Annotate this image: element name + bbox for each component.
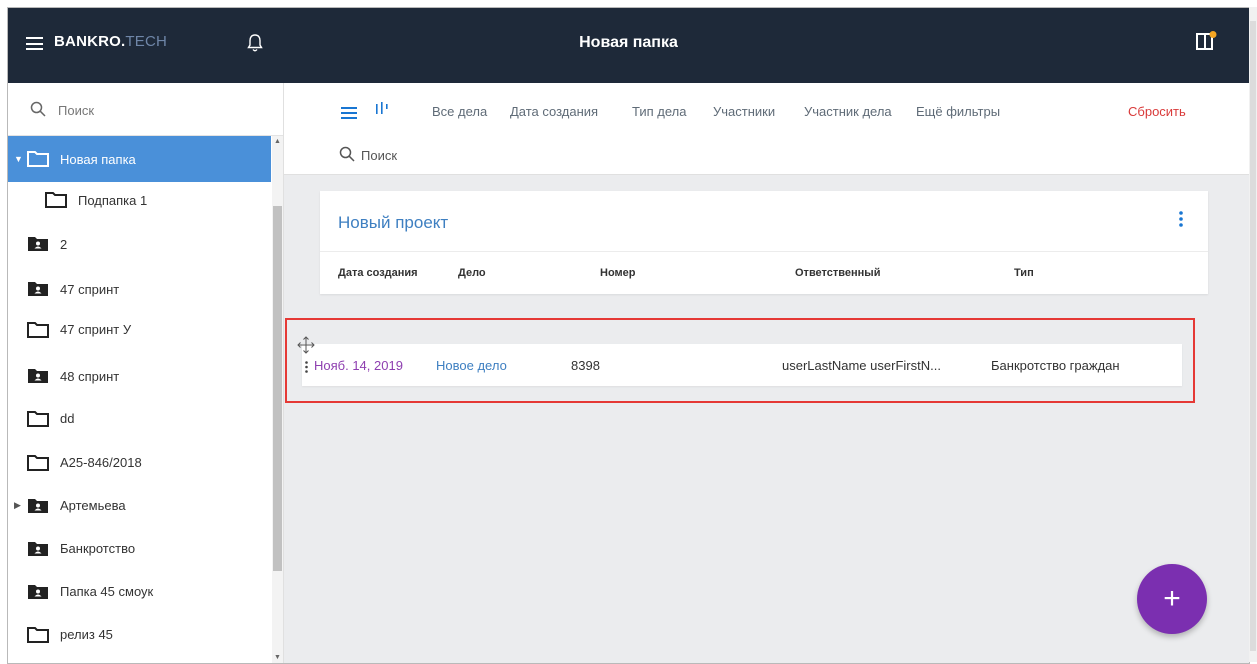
tree-item-label: 2: [60, 237, 68, 252]
sidebar: Поиск ▼ Новая папка Подпапка 1 2 47 спри…: [8, 83, 284, 663]
window-scrollbar[interactable]: [1249, 7, 1257, 662]
row-number: 8398: [571, 358, 600, 373]
column-header-number[interactable]: Номер: [600, 267, 636, 279]
tree-item-47-sprint[interactable]: 47 спринт: [8, 268, 271, 311]
drag-handle-icon[interactable]: [305, 360, 308, 378]
add-button[interactable]: +: [1137, 564, 1207, 634]
scrollbar-thumb[interactable]: [1250, 21, 1256, 651]
tree-item-label: Новая папка: [60, 152, 136, 167]
shared-folder-icon: [27, 235, 49, 255]
shared-folder-icon: [27, 583, 49, 603]
tree-item-dd[interactable]: dd: [8, 397, 271, 440]
folder-icon: [27, 454, 49, 474]
top-bar: BANKRO.TECH Новая папка: [8, 8, 1249, 83]
column-header-responsible[interactable]: Ответственный: [795, 267, 880, 279]
tree-item-subfolder-1[interactable]: Подпапка 1: [8, 182, 271, 225]
search-input[interactable]: Поиск: [361, 148, 397, 163]
tree-item-2[interactable]: 2: [8, 225, 271, 268]
more-vertical-icon[interactable]: [1179, 211, 1183, 232]
scrollbar-thumb[interactable]: [273, 206, 282, 571]
shared-folder-icon: [27, 367, 49, 387]
tree-item-label: A25-846/2018: [60, 455, 142, 470]
panel-toggle-icon[interactable]: [1195, 30, 1217, 57]
sidebar-search[interactable]: Поиск: [8, 83, 283, 136]
column-header-case[interactable]: Дело: [458, 267, 486, 279]
filter-bar: Все дела Дата создания Тип дела Участник…: [284, 83, 1249, 175]
sidebar-search-placeholder: Поиск: [58, 103, 95, 118]
folder-icon: [27, 321, 49, 341]
shared-folder-icon: [27, 280, 49, 300]
column-view-icon[interactable]: [375, 102, 391, 119]
sidebar-scrollbar[interactable]: ▲ ▼: [272, 136, 283, 663]
project-card: Новый проект Дата создания Дело Номер От…: [320, 191, 1208, 294]
tree-item-label: 48 спринт: [60, 369, 120, 384]
search-icon: [30, 101, 46, 122]
tree-item-47-sprint-u[interactable]: 47 спринт У: [8, 311, 271, 354]
tree-item-label: релиз 45: [60, 627, 113, 642]
filter-more[interactable]: Ещё фильтры: [916, 104, 1000, 119]
tree-item-bankruptcy[interactable]: Банкротство: [8, 526, 271, 569]
list-view-icon[interactable]: [341, 106, 357, 124]
row-case-link[interactable]: Новое дело: [436, 358, 507, 373]
page-title: Новая папка: [579, 34, 678, 51]
row-responsible: userLastName userFirstN...: [782, 358, 941, 373]
filter-all-cases[interactable]: Все дела: [432, 104, 487, 119]
folder-icon: [27, 150, 49, 170]
shared-folder-icon: [27, 497, 49, 517]
filter-participants[interactable]: Участники: [713, 104, 775, 119]
shared-folder-icon: [27, 540, 49, 560]
folder-tree: ▼ Новая папка Подпапка 1 2 47 спринт 47 …: [8, 136, 271, 655]
table-row[interactable]: Нояб. 14, 2019 Новое дело 8398 userLastN…: [302, 344, 1182, 386]
tree-item-label: 47 спринт У: [60, 322, 132, 337]
tree-item-label: Артемьева: [60, 498, 126, 513]
row-type: Банкротство граждан: [991, 358, 1120, 373]
tree-item-label: dd: [60, 411, 75, 426]
tree-item-label: Папка 45 смоук: [60, 584, 154, 599]
move-icon[interactable]: [296, 335, 316, 360]
tree-item-label: Банкротство: [60, 541, 136, 556]
folder-icon: [27, 626, 49, 646]
tree-item-folder-45-smoke[interactable]: Папка 45 смоук: [8, 569, 271, 612]
row-date: Нояб. 14, 2019: [314, 358, 403, 373]
divider: [320, 251, 1208, 252]
filter-case-type[interactable]: Тип дела: [632, 104, 686, 119]
folder-icon: [27, 410, 49, 430]
chevron-right-icon[interactable]: ▶: [14, 500, 21, 511]
tree-item-label: Подпапка 1: [78, 193, 148, 208]
search-icon: [339, 146, 355, 167]
tree-item-new-folder[interactable]: ▼ Новая папка: [8, 136, 271, 182]
app-window: BANKRO.TECH Новая папка Поиск ▼ Новая па…: [7, 7, 1250, 664]
tree-item-release-45[interactable]: релиз 45: [8, 612, 271, 655]
tree-item-48-sprint[interactable]: 48 спринт: [8, 354, 271, 397]
filter-case-participant[interactable]: Участник дела: [804, 104, 892, 119]
scroll-down-icon[interactable]: ▼: [274, 654, 281, 661]
column-header-date[interactable]: Дата создания: [338, 267, 418, 279]
scroll-up-icon[interactable]: ▲: [274, 138, 281, 145]
tree-item-artemyeva[interactable]: ▶ Артемьева: [8, 483, 271, 526]
tree-item-label: 47 спринт: [60, 282, 120, 297]
reset-filters-button[interactable]: Сбросить: [1128, 104, 1186, 119]
filter-created-date[interactable]: Дата создания: [510, 104, 598, 119]
column-header-type[interactable]: Тип: [1014, 267, 1034, 279]
chevron-down-icon[interactable]: ▼: [14, 154, 23, 164]
tree-item-a25-846[interactable]: A25-846/2018: [8, 440, 271, 483]
project-title[interactable]: Новый проект: [338, 213, 448, 233]
folder-icon: [45, 191, 67, 211]
